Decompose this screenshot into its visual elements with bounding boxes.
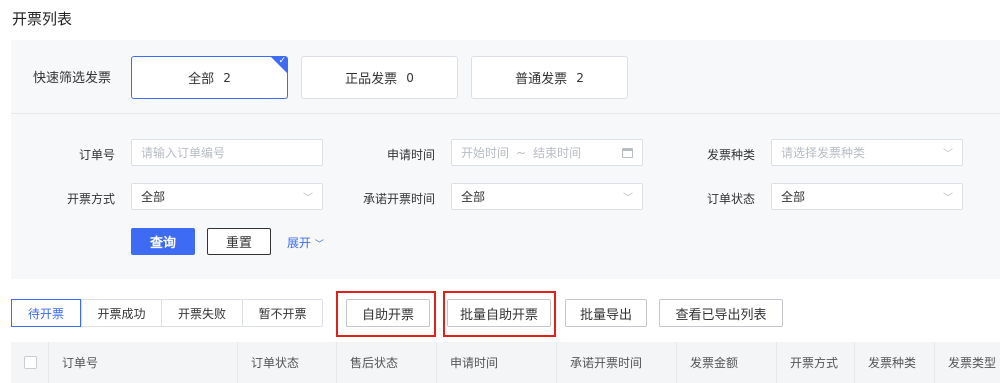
chevron-down-icon: ﹀ (303, 193, 313, 204)
column-header-apply-time: 申请时间 (450, 356, 499, 370)
tab-pending[interactable]: 待开票 (11, 299, 81, 327)
tab-failed[interactable]: 开票失败 (161, 300, 242, 326)
column-divider (336, 342, 337, 383)
order-no-placeholder: 请输入订单编号 (141, 146, 226, 160)
tab-deferred[interactable]: 暂不开票 (242, 300, 322, 326)
column-divider (556, 342, 557, 383)
column-header-after-sale-status: 售后状态 (350, 356, 399, 370)
promise-time-value: 全部 (461, 190, 486, 204)
order-status-value: 全部 (781, 190, 806, 204)
quick-filter-all-label: 全部 (188, 72, 215, 87)
invoice-type-label: 发票种类 (706, 148, 755, 162)
column-header-order-status: 订单状态 (251, 356, 300, 370)
highlight-annotation (443, 291, 556, 337)
date-range-separator: ~ (516, 145, 527, 160)
column-header-order-no: 订单号 (62, 356, 99, 370)
query-button[interactable]: 查询 (131, 228, 195, 255)
highlight-annotation (336, 291, 436, 337)
column-divider (676, 342, 677, 383)
apply-time-range-picker[interactable]: 开始时间 ~ 结束时间 (451, 139, 643, 166)
view-exported-list-button[interactable]: 查看已导出列表 (659, 299, 783, 327)
column-divider (237, 342, 238, 383)
quick-filter-genuine-label: 正品发票 (345, 72, 398, 87)
batch-export-button[interactable]: 批量导出 (565, 299, 647, 327)
column-header-invoice-amount: 发票金额 (690, 356, 739, 370)
invoice-type-placeholder: 请选择发票种类 (781, 146, 866, 160)
order-no-input[interactable]: 请输入订单编号 (131, 139, 323, 166)
column-header-invoice-category: 发票种类 (868, 356, 917, 370)
check-icon: ✓ (278, 56, 286, 66)
column-header-invoice-method: 开票方式 (790, 356, 839, 370)
page-title: 开票列表 (12, 10, 73, 28)
column-header-invoice-type: 发票类型 (948, 356, 997, 370)
chevron-down-icon: ﹀ (943, 193, 953, 204)
invoice-status-tabs: 待开票 开票成功 开票失败 暂不开票 (11, 299, 323, 327)
table-header: 订单号 订单状态 售后状态 申请时间 承诺开票时间 发票金额 开票方式 发票种类… (11, 342, 1000, 383)
expand-label: 展开 (287, 236, 312, 250)
apply-time-label: 申请时间 (386, 148, 435, 162)
calendar-icon (622, 147, 633, 158)
column-divider (934, 342, 935, 383)
column-header-promise-time: 承诺开票时间 (570, 356, 643, 370)
quick-filter-genuine-count: 0 (406, 70, 414, 85)
quick-filter-all-count: 2 (223, 70, 231, 85)
filter-panel: 快速筛选发票 全部 2 ✓ 正品发票 0 普通发票 2 订单号 请输入订单编号 … (11, 40, 1000, 279)
order-status-label: 订单状态 (706, 192, 755, 206)
promise-time-select[interactable]: 全部 ﹀ (451, 183, 643, 210)
end-time-placeholder: 结束时间 (533, 146, 582, 160)
column-divider (436, 342, 437, 383)
order-status-select[interactable]: 全部 ﹀ (771, 183, 963, 210)
invoice-method-select[interactable]: 全部 ﹀ (131, 183, 323, 210)
column-divider (48, 342, 49, 383)
quick-filter-normal-label: 普通发票 (515, 72, 568, 87)
quick-filter-normal[interactable]: 普通发票 2 (471, 56, 628, 99)
invoice-method-label: 开票方式 (66, 192, 115, 206)
chevron-down-icon: ﹀ (623, 193, 633, 204)
quick-filter-normal-count: 2 (576, 70, 584, 85)
invoice-method-value: 全部 (141, 190, 166, 204)
column-divider (854, 342, 855, 383)
quick-filter-label: 快速筛选发票 (33, 71, 112, 86)
order-no-label: 订单号 (78, 148, 115, 162)
expand-link[interactable]: 展开 ﹀ (287, 234, 324, 251)
select-all-checkbox[interactable] (24, 356, 37, 369)
chevron-down-icon: ﹀ (943, 149, 953, 160)
chevron-down-icon: ﹀ (314, 240, 324, 250)
start-time-placeholder: 开始时间 (461, 146, 510, 160)
quick-filter-genuine[interactable]: 正品发票 0 (301, 56, 458, 99)
invoice-type-select[interactable]: 请选择发票种类 ﹀ (771, 139, 963, 166)
reset-button[interactable]: 重置 (207, 228, 271, 255)
promise-time-label: 承诺开票时间 (362, 192, 435, 206)
tab-success[interactable]: 开票成功 (81, 300, 161, 326)
quick-filter-all[interactable]: 全部 2 ✓ (131, 56, 288, 99)
column-divider (776, 342, 777, 383)
section-divider (11, 113, 1000, 114)
